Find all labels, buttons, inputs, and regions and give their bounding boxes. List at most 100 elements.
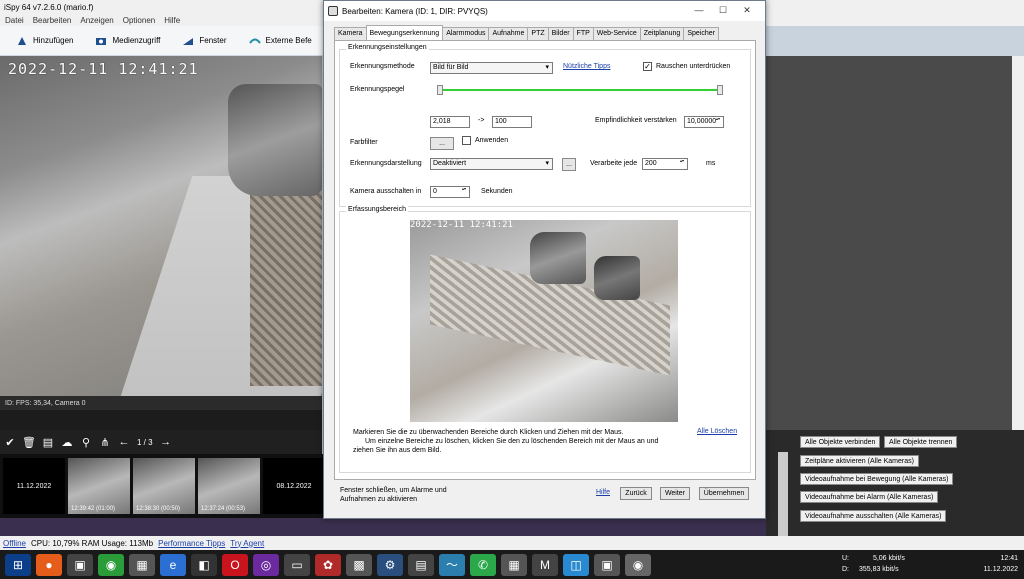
trash-icon[interactable]: 🗑 bbox=[22, 436, 36, 449]
process-unit: ms bbox=[706, 160, 716, 167]
thumb-clip-2[interactable]: 12:38:30 (00:50) bbox=[133, 458, 195, 514]
display-options-button[interactable]: ... bbox=[562, 158, 576, 171]
performance-tips-link[interactable]: Performance Tipps bbox=[158, 539, 225, 548]
apply-checkbox[interactable] bbox=[462, 136, 471, 145]
thumb-clip-3[interactable]: 12:37:24 (00:53) bbox=[198, 458, 260, 514]
thumb-date-2[interactable]: 08.12.2022 bbox=[263, 458, 325, 514]
firefox-icon[interactable]: ● bbox=[36, 553, 62, 576]
start-icon[interactable]: ⊞ bbox=[5, 553, 31, 576]
tools-icon[interactable]: ▤ bbox=[408, 553, 434, 576]
ispy-icon[interactable]: ◉ bbox=[625, 553, 651, 576]
record-on-motion-button[interactable]: Videoaufnahme bei Bewegung (Alle Kameras… bbox=[800, 473, 954, 485]
mediathek-icon[interactable]: M bbox=[532, 553, 558, 576]
enable-schedules-button[interactable]: Zeitpläne aktivieren (Alle Kameras) bbox=[800, 455, 919, 467]
level-min-input[interactable]: 2,018 bbox=[430, 116, 470, 128]
add-button[interactable]: Hinzufügen bbox=[16, 35, 73, 47]
useful-tips-link[interactable]: Nützliche Tipps bbox=[563, 63, 610, 70]
monitor-icon[interactable]: 〜 bbox=[439, 553, 465, 576]
help-link[interactable]: Hilfe bbox=[596, 489, 610, 496]
tab-bewegungserkennung[interactable]: Bewegungserkennung bbox=[365, 25, 444, 40]
tab-zeitplanung[interactable]: Zeitplanung bbox=[639, 27, 685, 40]
connect-all-button[interactable]: Alle Objekte verbinden bbox=[800, 436, 881, 448]
display-select[interactable]: Deaktiviert bbox=[430, 158, 553, 170]
tab-web-service[interactable]: Web-Service bbox=[592, 27, 641, 40]
command-scrollbar[interactable] bbox=[778, 452, 788, 536]
ispy-app: iSpy 64 v7.2.6.0 (mario.f) Datei Bearbei… bbox=[0, 0, 1024, 579]
camera-view[interactable]: 2022-12-11 12:41:21 bbox=[0, 56, 322, 410]
menu-bearbeiten[interactable]: Bearbeiten bbox=[33, 16, 72, 25]
chrome-icon[interactable]: ◉ bbox=[98, 553, 124, 576]
tab-ftp[interactable]: FTP bbox=[572, 27, 594, 40]
method-select[interactable]: Bild für Bild bbox=[430, 62, 553, 74]
opera-icon[interactable]: O bbox=[222, 553, 248, 576]
tab-bilder[interactable]: Bilder bbox=[547, 27, 574, 40]
minimize-icon[interactable]: — bbox=[690, 3, 708, 17]
arrow-right-icon[interactable]: → bbox=[160, 436, 172, 448]
display-icon[interactable]: ▭ bbox=[284, 553, 310, 576]
next-button[interactable]: Weiter bbox=[660, 487, 690, 500]
share-icon[interactable]: ⋔ bbox=[99, 436, 111, 449]
try-agent-link[interactable]: Try Agent bbox=[230, 539, 264, 548]
network-speed: U: 5,06 kbit/s D: 355,83 kbit/s bbox=[842, 553, 905, 575]
arrow-left-icon[interactable]: ← bbox=[118, 436, 130, 448]
menu-anzeigen[interactable]: Anzeigen bbox=[80, 16, 113, 25]
search-icon[interactable]: ⚲ bbox=[80, 436, 92, 449]
thumb-date-1[interactable]: 11.12.2022 bbox=[3, 458, 65, 514]
clock[interactable]: 12:41 11.12.2022 bbox=[983, 553, 1018, 575]
camera-app-icon[interactable]: ▣ bbox=[594, 553, 620, 576]
thumb-clip-label: 12:39:42 (01:00) bbox=[71, 506, 116, 512]
maximize-icon[interactable]: ☐ bbox=[714, 3, 732, 17]
check-icon[interactable]: ✔ bbox=[4, 436, 16, 449]
calculator2-icon[interactable]: ▦ bbox=[501, 553, 527, 576]
menu-hilfe[interactable]: Hilfe bbox=[164, 16, 180, 25]
huawei-icon[interactable]: ✿ bbox=[315, 553, 341, 576]
apply-button[interactable]: Übernehmen bbox=[699, 487, 749, 500]
record-on-alarm-button[interactable]: Videoaufnahme bei Alarm (Alle Kameras) bbox=[800, 491, 939, 503]
offline-link[interactable]: Offline bbox=[3, 539, 26, 548]
thumb-clip-1[interactable]: 12:39:42 (01:00) bbox=[68, 458, 130, 514]
process-input[interactable]: 200 bbox=[642, 158, 688, 170]
tab-aufnahme[interactable]: Aufnahme bbox=[488, 27, 529, 40]
settings-icon[interactable]: ⚙ bbox=[377, 553, 403, 576]
level-max-input[interactable]: 100 bbox=[492, 116, 532, 128]
noise-checkbox[interactable]: ✓ bbox=[643, 62, 652, 71]
camera-off-unit: Sekunden bbox=[481, 188, 513, 195]
gain-input[interactable]: 10,00000 bbox=[684, 116, 724, 128]
close-icon[interactable]: ✕ bbox=[738, 3, 756, 17]
whatsapp-icon[interactable]: ✆ bbox=[470, 553, 496, 576]
clear-all-link[interactable]: Alle Löschen bbox=[697, 428, 737, 435]
window-button[interactable]: Fenster bbox=[182, 35, 227, 47]
calculator-icon[interactable]: ▩ bbox=[346, 553, 372, 576]
camera-off-input[interactable]: 0 bbox=[430, 186, 470, 198]
level-label: Erkennungspegel bbox=[350, 86, 405, 93]
cpu-status: CPU: 10,79% RAM Usage: 113Mb bbox=[30, 538, 154, 548]
dialog-tabs: Kamera Bewegungserkennung Alarmmodus Auf… bbox=[334, 25, 719, 41]
cloud-upload-icon[interactable]: ☁ bbox=[61, 436, 73, 449]
window-manager-icon[interactable]: ◫ bbox=[563, 553, 589, 576]
back-button[interactable]: Zurück bbox=[620, 487, 652, 500]
tab-kamera[interactable]: Kamera bbox=[334, 27, 367, 40]
vertical-scrollbar[interactable] bbox=[1012, 56, 1024, 430]
tab-ptz[interactable]: PTZ bbox=[527, 27, 549, 40]
recording-off-button[interactable]: Videoaufnahme ausschalten (Alle Kameras) bbox=[800, 510, 947, 522]
menu-optionen[interactable]: Optionen bbox=[123, 16, 155, 25]
level-min-handle[interactable] bbox=[437, 85, 443, 95]
disconnect-all-button[interactable]: Alle Objekte trennen bbox=[884, 436, 958, 448]
level-max-handle[interactable] bbox=[717, 85, 723, 95]
app-icon[interactable]: ◧ bbox=[191, 553, 217, 576]
tab-alarmmodus[interactable]: Alarmmodus bbox=[442, 27, 490, 40]
podcast-icon[interactable]: ◎ bbox=[253, 553, 279, 576]
ie-icon[interactable]: e bbox=[160, 553, 186, 576]
document-icon[interactable]: ▤ bbox=[42, 436, 54, 449]
media-access-button[interactable]: Medienzugriff bbox=[95, 35, 160, 47]
clock-time: 12:41 bbox=[1000, 555, 1018, 562]
external-label: Externe Befe bbox=[265, 36, 312, 45]
color-filter-button[interactable]: ... bbox=[430, 137, 454, 150]
tab-speicher[interactable]: Speicher bbox=[683, 27, 719, 40]
media-player-icon[interactable]: ▣ bbox=[67, 553, 93, 576]
menu-datei[interactable]: Datei bbox=[5, 16, 24, 25]
explorer-icon[interactable]: ▦ bbox=[129, 553, 155, 576]
detection-area-preview[interactable]: 2022-12-11 12:41:21 bbox=[410, 220, 678, 422]
level-range-slider[interactable] bbox=[437, 85, 723, 95]
external-button[interactable]: Externe Befe bbox=[248, 35, 312, 47]
